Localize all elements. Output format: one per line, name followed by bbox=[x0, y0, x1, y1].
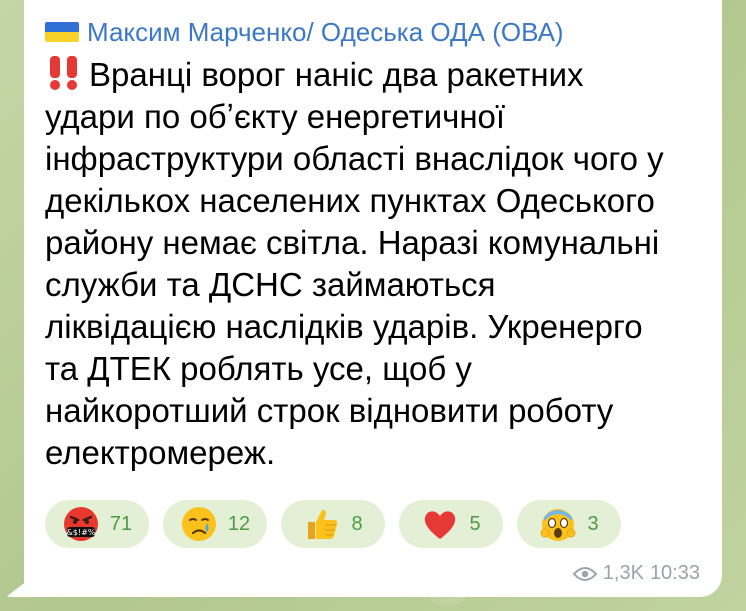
screaming-face-icon bbox=[540, 509, 576, 541]
message-line: Вранці ворог наніс два ракетних bbox=[45, 54, 713, 96]
message-line: електромереж. bbox=[45, 434, 276, 471]
reaction-crying[interactable]: 12 bbox=[163, 500, 267, 548]
ukraine-flag-icon bbox=[45, 22, 79, 42]
message-line: служби та ДСНС займаються bbox=[45, 266, 496, 303]
reaction-count: 3 bbox=[587, 512, 599, 535]
crying-face-icon bbox=[181, 507, 216, 541]
reaction-angry[interactable]: &$!#% 71 bbox=[45, 500, 149, 548]
sender-name[interactable]: Максим Марченко/ Одеська ОДА (ОВА) bbox=[87, 17, 564, 48]
message-line: декількох населених пунктах Одеського bbox=[45, 182, 655, 219]
thumbs-up-icon bbox=[308, 509, 338, 539]
message-line: району немає світла. Наразі комунальні bbox=[45, 224, 660, 261]
message-line: найкоротший строк відновити роботу bbox=[45, 392, 614, 429]
message-line: ліквідацією наслідків ударів. Укренерго bbox=[45, 308, 643, 345]
message-line: інфраструктури області внаслідок чого у bbox=[45, 140, 664, 177]
reaction-heart[interactable]: 5 bbox=[399, 500, 503, 548]
message-meta: 1,3K 10:33 bbox=[572, 562, 700, 585]
message-time: 10:33 bbox=[649, 562, 700, 584]
eye-icon bbox=[572, 566, 597, 581]
reactions-bar: &$!#% 71 12 8 5 3 bbox=[45, 500, 621, 548]
reaction-count: 12 bbox=[227, 512, 251, 535]
svg-text:&$!#%: &$!#% bbox=[66, 528, 95, 537]
message-bubble[interactable]: Максим Марченко/ Одеська ОДА (ОВА) Вранц… bbox=[24, 0, 722, 597]
reaction-screaming[interactable]: 3 bbox=[517, 500, 621, 548]
reaction-thumbs-up[interactable]: 8 bbox=[281, 500, 385, 548]
sender-header[interactable]: Максим Марченко/ Одеська ОДА (ОВА) bbox=[45, 16, 564, 48]
message-text: Вранці ворог наніс два ракетних удари по… bbox=[45, 54, 713, 474]
angry-cursing-face-icon: &$!#% bbox=[63, 507, 98, 541]
reaction-count: 5 bbox=[469, 512, 481, 535]
message-line: удари по обʼєкту енергетичної bbox=[45, 98, 506, 135]
double-exclamation-icon bbox=[50, 56, 77, 90]
message-line: та ДТЕК роблять усе, щоб у bbox=[45, 350, 472, 387]
reaction-count: 71 bbox=[109, 512, 133, 535]
reaction-count: 8 bbox=[351, 512, 363, 535]
view-count: 1,3K bbox=[602, 562, 644, 584]
red-heart-icon bbox=[425, 511, 456, 539]
